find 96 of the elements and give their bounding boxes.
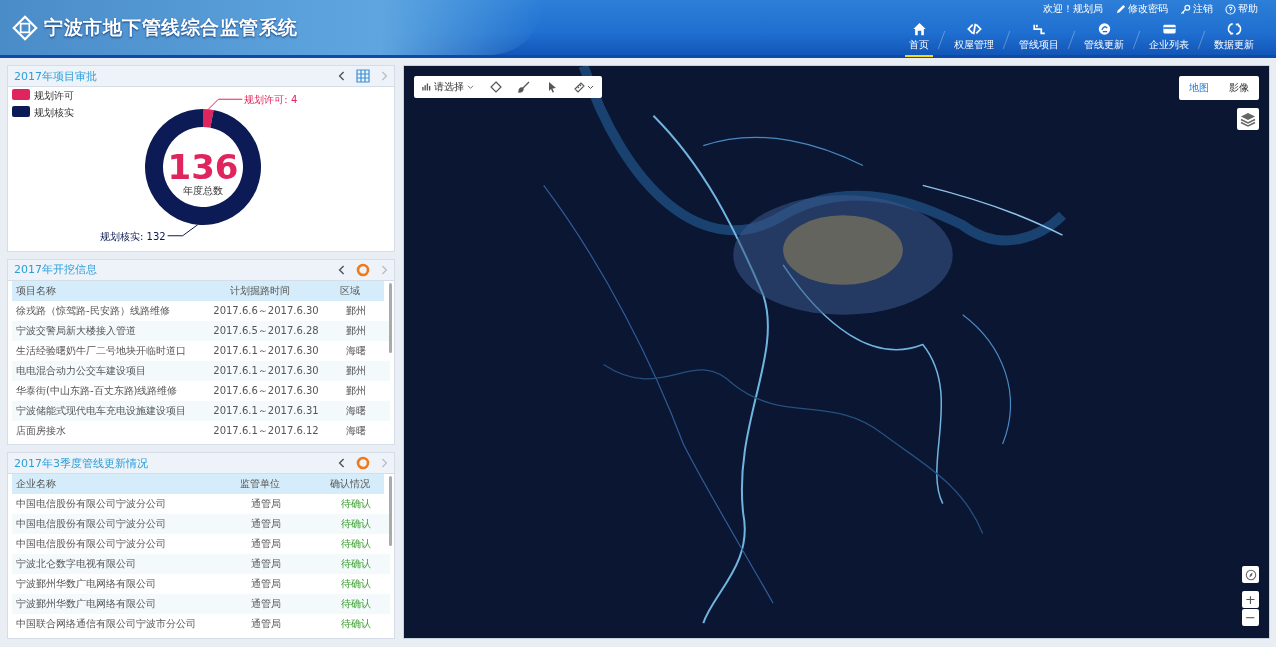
leader-line	[167, 224, 199, 237]
nav-tab[interactable]: 数据更新	[1210, 22, 1258, 57]
caret-icon[interactable]	[467, 84, 474, 90]
table-cell-text: 海曙	[345, 343, 367, 358]
table-cell-text: 通管局	[250, 497, 282, 512]
nav-tab[interactable]: 企业列表	[1145, 22, 1193, 57]
column-header: 项目名称	[15, 283, 57, 298]
table-cell-text: 待确认	[340, 557, 372, 572]
table-cell-text: 待确认	[340, 517, 372, 532]
panel-title: 2017年3季度管线更新情况	[14, 455, 148, 471]
table-cell-text: 2017.6.5～2017.6.28	[212, 323, 320, 338]
pencil-icon[interactable]	[1115, 3, 1126, 15]
table-cell-text: 鄞州	[345, 383, 367, 398]
table-cell-text: 中国电信股份有限公司宁波分公司	[15, 537, 167, 552]
column-header: 确认情况	[329, 477, 371, 492]
nav-tab[interactable]: 管线项目	[1015, 22, 1063, 57]
header-link[interactable]: 注销	[1180, 2, 1213, 16]
legend-label[interactable]: 规划许可	[34, 90, 74, 101]
table-cell-text: 徐戎路（惊驾路-民安路）线路维修	[15, 303, 171, 318]
bar-chart-icon[interactable]	[422, 82, 431, 92]
leader-line	[207, 98, 243, 110]
chevron-left-icon[interactable]	[338, 458, 346, 469]
table-cell-text: 宁波鄞州华数广电网络有限公司	[15, 577, 157, 592]
table-cell-text: 宁波储能式现代电车充电设施建设项目	[15, 403, 187, 418]
total-label: 年度总数	[183, 185, 223, 196]
chevron-left-icon[interactable]	[338, 264, 346, 275]
table-cell-text: 2017.6.1～2017.6.30	[212, 343, 320, 358]
header-link[interactable]: 修改密码	[1115, 2, 1168, 16]
table-cell-text: 电电混合动力公交车建设项目	[15, 363, 147, 378]
table-cell-text: 2017.6.1～2017.6.31	[212, 403, 320, 418]
nav-tab[interactable]: 管线更新	[1080, 22, 1128, 57]
table-cell-text: 宁波鄞州华数广电网络有限公司	[15, 597, 157, 612]
zoom-out-button[interactable]: −	[1242, 609, 1259, 626]
column-header: 监管单位	[239, 477, 281, 492]
table-cell-text: 通管局	[250, 617, 282, 632]
table-cell-text: 中国电信股份有限公司宁波分公司	[15, 517, 167, 532]
zoom-in-button[interactable]: +	[1242, 591, 1259, 608]
table-cell-text: 2017.6.1～2017.6.12	[212, 423, 320, 438]
value-label: 规划核实: 132	[100, 230, 166, 242]
table-cell-text: 通管局	[250, 517, 282, 532]
column-header: 企业名称	[15, 477, 57, 492]
table-cell-text: 待确认	[340, 537, 372, 552]
table-cell-text: 待确认	[340, 497, 372, 512]
header-link[interactable]: 帮助	[1225, 2, 1258, 16]
table-cell-text: 宁波北仑数字电视有限公司	[15, 557, 137, 572]
nav-tab[interactable]: 权屋管理	[950, 22, 998, 57]
card-icon[interactable]	[1161, 22, 1177, 36]
panel-title: 2017年项目审批	[14, 68, 97, 84]
brush-icon[interactable]	[518, 81, 530, 93]
chevron-left-icon[interactable]	[338, 71, 346, 81]
table-cell-text: 通管局	[250, 537, 282, 552]
scrollbar-thumb[interactable]	[389, 476, 392, 547]
select-dropdown[interactable]: 请选择	[422, 80, 474, 94]
view-tab[interactable]: 地图	[1179, 76, 1219, 100]
pointer-icon[interactable]	[546, 81, 558, 93]
table-cell-text: 通管局	[250, 597, 282, 612]
column-header: 计划掘路时间	[229, 283, 291, 298]
ruler-icon[interactable]	[574, 81, 594, 93]
table-cell-text: 待确认	[340, 577, 372, 592]
scrollbar-thumb[interactable]	[389, 282, 392, 353]
logo-icon	[12, 14, 38, 41]
value-label: 规划许可: 4	[244, 94, 298, 106]
table-cell-text: 2017.6.6～2017.6.30	[212, 383, 320, 398]
column-header: 区域	[339, 283, 361, 298]
app-title: 宁波市地下管线综合监管系统	[44, 14, 298, 40]
total-count: 136	[167, 147, 239, 187]
table-cell-text: 2017.6.1～2017.6.30	[212, 363, 320, 378]
table-cell-text: 通管局	[250, 557, 282, 572]
table-cell-text: 鄞州	[345, 363, 367, 378]
table-cell-text: 海曙	[345, 423, 367, 438]
view-tab[interactable]: 影像	[1219, 76, 1259, 100]
nav-tab[interactable]: 首页	[905, 22, 933, 57]
code-icon[interactable]	[966, 22, 982, 36]
legend-swatch[interactable]	[12, 89, 30, 100]
table-cell-text: 店面房接水	[15, 423, 67, 438]
table-cell-text: 通管局	[250, 577, 282, 592]
home-icon[interactable]	[911, 22, 927, 36]
table-cell-text: 生活经验曙奶牛厂二号地块开临时道口	[15, 343, 187, 358]
panel-title: 2017年开挖信息	[14, 262, 97, 278]
table-cell-text: 待确认	[340, 617, 372, 632]
welcome-text: 欢迎！规划局	[1043, 2, 1103, 16]
table-cell-text: 海曙	[345, 403, 367, 418]
diamond-icon[interactable]	[490, 81, 502, 93]
table-cell-text: 待确认	[340, 597, 372, 612]
refresh-icon[interactable]	[1226, 22, 1242, 36]
table-cell-text: 鄞州	[345, 323, 367, 338]
help-icon[interactable]	[1225, 3, 1236, 15]
table-cell-text: 2017.6.6～2017.6.30	[212, 303, 320, 318]
table-cell-text: 中国电信股份有限公司宁波分公司	[15, 497, 167, 512]
table-cell-text: 鄞州	[345, 303, 367, 318]
table-cell-text: 华泰街(中山东路-百丈东路)线路维修	[15, 383, 179, 398]
legend-swatch[interactable]	[12, 106, 30, 117]
key-icon[interactable]	[1180, 3, 1191, 15]
table-cell-text: 宁波交警局新大楼接入管道	[15, 323, 137, 338]
legend-label[interactable]: 规划核实	[34, 107, 74, 118]
table-cell-text: 中国联合网络通信有限公司宁波市分公司	[15, 617, 197, 632]
